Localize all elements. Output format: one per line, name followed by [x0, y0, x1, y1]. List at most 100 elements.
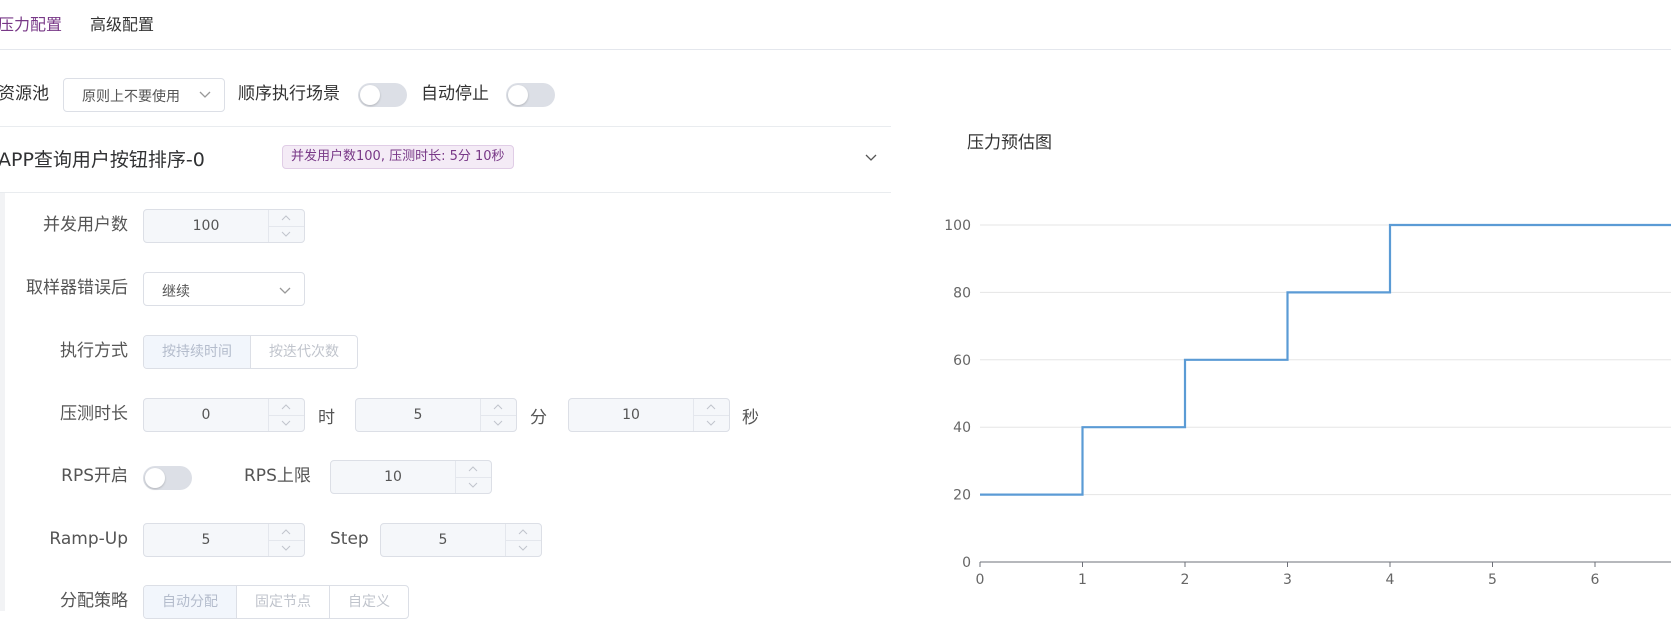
chevron-up-icon	[468, 466, 478, 472]
stepper-controls	[268, 524, 304, 556]
chevron-down-icon	[518, 545, 528, 551]
sampler-error-label: 取样器错误后	[26, 278, 128, 298]
decrement-button[interactable]	[269, 415, 304, 431]
decrement-button[interactable]	[269, 540, 304, 556]
duration-seconds-input[interactable]: 10	[568, 398, 730, 432]
rps-limit-label: RPS上限	[244, 466, 311, 486]
strategy-fixed-node[interactable]: 固定节点	[237, 586, 330, 618]
increment-button[interactable]	[694, 399, 729, 416]
duration-minutes-input[interactable]: 5	[355, 398, 517, 432]
x-tick-label: 2	[1181, 572, 1190, 588]
chart-title: 压力预估图	[967, 133, 1052, 153]
auto-stop-label: 自动停止	[421, 84, 489, 104]
stepper-controls	[505, 524, 541, 556]
increment-button[interactable]	[506, 524, 541, 541]
sampler-error-value: 继续	[162, 284, 190, 300]
rps-enable-toggle[interactable]	[143, 466, 192, 490]
chevron-up-icon	[493, 404, 503, 410]
step-label: Step	[330, 529, 369, 549]
seconds-unit: 秒	[742, 408, 759, 428]
sequential-scenario-toggle[interactable]	[358, 83, 407, 107]
chevron-down-icon	[279, 287, 291, 294]
toggle-knob	[145, 468, 165, 488]
concurrency-label: 并发用户数	[43, 215, 128, 235]
duration-minutes-value: 5	[413, 407, 423, 423]
increment-button[interactable]	[269, 210, 304, 227]
increment-button[interactable]	[269, 399, 304, 416]
y-tick-label: 40	[953, 420, 971, 436]
exec-mode-label: 执行方式	[60, 341, 128, 361]
auto-stop-toggle[interactable]	[506, 83, 555, 107]
chevron-up-icon	[518, 529, 528, 535]
increment-button[interactable]	[456, 461, 491, 478]
rps-limit-value: 10	[384, 469, 402, 485]
y-tick-label: 60	[953, 353, 971, 369]
x-tick-label: 0	[976, 572, 985, 588]
chevron-up-icon	[281, 215, 291, 221]
toggle-knob	[508, 85, 528, 105]
toggle-knob	[360, 85, 380, 105]
stepper-controls	[480, 399, 516, 431]
y-tick-label: 80	[953, 285, 971, 301]
chevron-down-icon	[706, 420, 716, 426]
y-tick-label: 20	[953, 488, 971, 504]
resource-pool-value: 原则上不要使用	[82, 89, 180, 105]
chevron-down-icon	[468, 482, 478, 488]
exec-mode-by-duration[interactable]: 按持续时间	[144, 336, 251, 368]
decrement-button[interactable]	[694, 415, 729, 431]
rampup-label: Ramp-Up	[49, 529, 128, 549]
decrement-button[interactable]	[506, 540, 541, 556]
strategy-radio-group: 自动分配 固定节点 自定义	[143, 585, 409, 619]
stepper-controls	[268, 210, 304, 242]
y-tick-label: 100	[944, 218, 971, 234]
section-divider	[0, 126, 891, 127]
rampup-input[interactable]: 5	[143, 523, 305, 557]
hours-unit: 时	[318, 408, 335, 428]
scenario-summary-tag: 并发用户数100, 压测时长: 5分 10秒	[282, 145, 514, 169]
strategy-auto[interactable]: 自动分配	[144, 586, 237, 618]
x-tick-label: 6	[1591, 572, 1600, 588]
exec-mode-by-iterations[interactable]: 按迭代次数	[251, 336, 357, 368]
x-tick-label: 1	[1078, 572, 1087, 588]
stepper-controls	[268, 399, 304, 431]
duration-label: 压测时长	[60, 404, 128, 424]
pressure-estimate-chart: 0 20 40 60 80 100 0 1 2 3 4 5 6	[944, 218, 1671, 588]
decrement-button[interactable]	[481, 415, 516, 431]
chevron-up-icon	[281, 529, 291, 535]
scenario-accent-bar	[0, 193, 5, 611]
duration-hours-value: 0	[201, 407, 211, 423]
chevron-down-icon	[281, 231, 291, 237]
strategy-custom[interactable]: 自定义	[330, 586, 408, 618]
concurrency-value: 100	[192, 218, 220, 234]
tab-advanced-config[interactable]: 高级配置	[90, 14, 154, 36]
tab-pressure-config[interactable]: 压力配置	[0, 14, 62, 36]
stepper-controls	[455, 461, 491, 493]
x-tick-label: 3	[1283, 572, 1292, 588]
chevron-up-icon	[706, 404, 716, 410]
increment-button[interactable]	[269, 524, 304, 541]
minutes-unit: 分	[530, 408, 547, 428]
decrement-button[interactable]	[456, 477, 491, 493]
x-tick-label: 5	[1488, 572, 1497, 588]
chevron-down-icon	[281, 545, 291, 551]
collapse-chevron-icon[interactable]	[864, 150, 878, 164]
sequential-scenario-label: 顺序执行场景	[238, 84, 340, 104]
increment-button[interactable]	[481, 399, 516, 416]
step-input[interactable]: 5	[380, 523, 542, 557]
decrement-button[interactable]	[269, 226, 304, 242]
y-tick-label: 0	[962, 555, 971, 571]
resource-pool-label: 资源池	[0, 84, 49, 104]
sampler-error-select[interactable]: 继续	[143, 272, 305, 306]
duration-hours-input[interactable]: 0	[143, 398, 305, 432]
scenario-divider	[0, 192, 891, 193]
exec-mode-radio-group: 按持续时间 按迭代次数	[143, 335, 358, 369]
chevron-down-icon	[199, 91, 211, 98]
chevron-down-icon	[493, 420, 503, 426]
duration-seconds-value: 10	[622, 407, 640, 423]
concurrency-input[interactable]: 100	[143, 209, 305, 243]
strategy-label: 分配策略	[60, 591, 128, 611]
resource-pool-select[interactable]: 原则上不要使用	[63, 78, 225, 112]
scenario-title[interactable]: APP查询用户按钮排序-0	[0, 145, 205, 172]
stepper-controls	[693, 399, 729, 431]
rps-limit-input[interactable]: 10	[330, 460, 492, 494]
